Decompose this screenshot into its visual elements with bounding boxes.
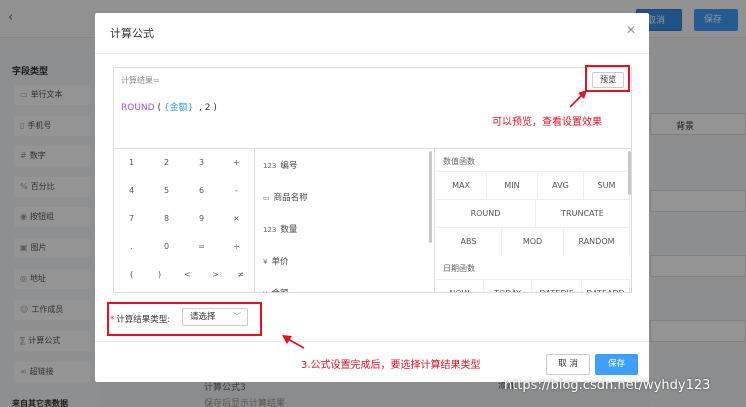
yuan-icon: ¥ bbox=[263, 258, 268, 266]
key-1[interactable]: 1 bbox=[114, 149, 149, 177]
cancel-button[interactable]: 取 消 bbox=[546, 354, 590, 375]
function-mod[interactable]: MOD bbox=[502, 227, 564, 255]
function-min[interactable]: MIN bbox=[487, 171, 538, 199]
key-equals[interactable]: = bbox=[184, 233, 219, 261]
field-list-scrollbar[interactable] bbox=[429, 151, 432, 243]
key-minus[interactable]: - bbox=[219, 177, 254, 205]
function-now[interactable]: NOW bbox=[436, 279, 484, 292]
text-line-icon: ▭ bbox=[263, 194, 270, 202]
formula-paren-open: ( bbox=[157, 103, 161, 113]
function-avg[interactable]: AVG bbox=[538, 171, 584, 199]
formula-editor[interactable]: 计算结果= 预览 ROUND ( {金额} , 2 ) bbox=[113, 67, 632, 148]
key-divide[interactable]: ÷ bbox=[219, 233, 254, 261]
watermark: https://blog.csdn.net/wyhdy123 bbox=[504, 378, 711, 393]
key-9[interactable]: 9 bbox=[184, 205, 219, 233]
function-list: 数值函数 MAX MIN AVG SUM ROUND TRUNCATE ABS … bbox=[436, 149, 631, 292]
key-7[interactable]: 7 bbox=[114, 205, 149, 233]
divider bbox=[95, 341, 649, 342]
field-label: 单价 bbox=[271, 257, 289, 267]
formula-comma: , bbox=[199, 103, 202, 113]
annotation-arrow-preview bbox=[569, 90, 587, 108]
function-dateadd[interactable]: DATEADD bbox=[582, 279, 630, 292]
formula-function: ROUND bbox=[121, 103, 155, 113]
field-label: 金额 bbox=[271, 289, 288, 292]
annotation-arrow-result-type bbox=[282, 335, 305, 349]
number-icon: 123 bbox=[263, 162, 277, 170]
formula-expression[interactable]: ROUND ( {金额} , 2 ) bbox=[121, 100, 217, 113]
annotation-result-type-note: 3.公式设置完成后，要选择计算结果类型 bbox=[301, 360, 481, 371]
key-3[interactable]: 3 bbox=[184, 149, 219, 177]
function-truncate[interactable]: TRUNCATE bbox=[536, 199, 630, 227]
field-item-quantity[interactable]: 123 数量 bbox=[263, 223, 297, 235]
editor-label: 计算结果= bbox=[121, 76, 160, 85]
function-datedif[interactable]: DATEDIF bbox=[532, 279, 582, 292]
function-category-numeric: 数值函数 bbox=[443, 157, 475, 166]
number-icon: 123 bbox=[263, 226, 277, 234]
field-label: 数量 bbox=[280, 225, 298, 235]
formula-builder: 1 2 3 + 4 5 6 - 7 8 9 × . 0 = ÷ ( ) < > … bbox=[113, 148, 632, 293]
key-multiply[interactable]: × bbox=[219, 205, 254, 233]
field-item-unit-price[interactable]: ¥ 单价 bbox=[263, 255, 288, 267]
field-item-id[interactable]: 123 编号 bbox=[263, 159, 297, 171]
key-4[interactable]: 4 bbox=[114, 177, 149, 205]
function-random[interactable]: RANDOM bbox=[564, 227, 630, 255]
yuan-icon: ¥ bbox=[263, 290, 267, 292]
field-label: 商品名称 bbox=[273, 193, 308, 203]
function-round[interactable]: ROUND bbox=[436, 199, 536, 227]
annotation-preview-note: 可以预览，查看设置效果 bbox=[492, 117, 602, 128]
divider bbox=[95, 53, 649, 54]
function-abs[interactable]: ABS bbox=[436, 227, 502, 255]
keypad: 1 2 3 + 4 5 6 - 7 8 9 × . 0 = ÷ ( ) < > … bbox=[114, 149, 255, 292]
key-8[interactable]: 8 bbox=[149, 205, 184, 233]
function-sum[interactable]: SUM bbox=[584, 171, 630, 199]
dialog-title: 计算公式 bbox=[110, 27, 154, 40]
function-today[interactable]: TODAY bbox=[484, 279, 532, 292]
field-item-product-name[interactable]: ▭ 商品名称 bbox=[263, 191, 308, 203]
formula-number: 2 bbox=[204, 103, 211, 113]
function-category-date: 日期函数 bbox=[443, 264, 475, 273]
close-icon[interactable]: ✕ bbox=[626, 23, 636, 37]
key-2[interactable]: 2 bbox=[149, 149, 184, 177]
annotation-box-result-type bbox=[107, 302, 262, 336]
function-list-scrollbar[interactable] bbox=[628, 151, 631, 195]
key-5[interactable]: 5 bbox=[149, 177, 184, 205]
key-not-equal[interactable]: ≠ bbox=[226, 261, 255, 289]
key-plus[interactable]: + bbox=[219, 149, 254, 177]
save-button[interactable]: 保存 bbox=[595, 354, 638, 375]
field-list: 123编号 ▭商品名称 123数量 ¥单价 ¥金额 bbox=[255, 149, 435, 292]
key-0[interactable]: 0 bbox=[149, 233, 184, 261]
formula-field: {金额} bbox=[163, 103, 194, 113]
key-6[interactable]: 6 bbox=[184, 177, 219, 205]
field-label: 编号 bbox=[280, 161, 298, 171]
function-max[interactable]: MAX bbox=[436, 171, 487, 199]
annotation-box-preview bbox=[585, 65, 630, 92]
formula-paren-close: ) bbox=[213, 103, 217, 113]
field-item-amount[interactable]: ¥ 金额 bbox=[263, 287, 288, 292]
key-dot[interactable]: . bbox=[114, 233, 149, 261]
